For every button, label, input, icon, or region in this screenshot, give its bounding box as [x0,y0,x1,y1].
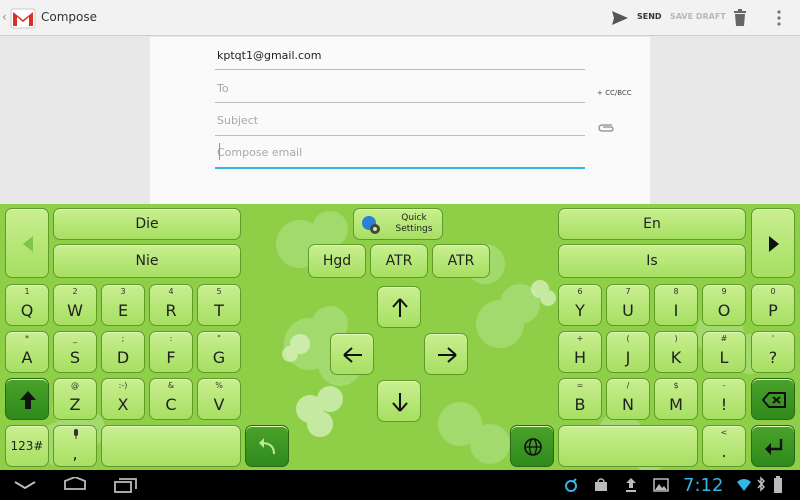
page-title: Compose [41,10,98,24]
from-divider [215,69,585,70]
key-j[interactable]: (J [606,331,650,373]
to-field[interactable]: To [217,82,229,95]
key-c[interactable]: & C [149,378,193,420]
cursor-down-key[interactable] [377,380,421,422]
microphone-icon [74,429,78,439]
save-draft-button[interactable]: SAVE DRAFT [670,12,726,21]
to-underline [215,102,585,103]
subject-field[interactable]: Subject [217,114,258,127]
overflow-menu-icon[interactable] [775,9,783,27]
key-p[interactable]: 0P [751,284,795,326]
keyboard-notification-icon [565,478,577,492]
home-icon[interactable] [62,477,88,493]
undo-icon [259,438,275,455]
comma-voice-key[interactable]: , [53,425,97,467]
arrow-left-icon [343,347,362,363]
key-d[interactable]: ; D [101,331,145,373]
key-f[interactable]: :F [149,331,193,373]
action-bar: ‹ Compose SEND SAVE DRAFT [0,0,800,36]
period-key[interactable]: <. [702,425,746,467]
suggestion-die[interactable]: Die [53,208,241,240]
space-key-right[interactable] [558,425,698,467]
key-z[interactable]: @ Z [53,378,97,420]
quick-settings-label: Quick Settings [395,213,433,234]
recent-apps-icon[interactable] [114,477,138,493]
arrow-up-icon [392,298,408,317]
key-t[interactable]: 5T [197,284,241,326]
middle-suggestion-hgd[interactable]: Hgd [308,244,366,278]
cc-bcc-button[interactable]: + CC/BCC [597,89,632,97]
suggestion-left-arrow-key[interactable] [5,208,49,278]
key-v[interactable]: % V [197,378,241,420]
left-arrow-icon [23,236,33,252]
from-account[interactable]: kptqt1@gmail.com [217,49,322,62]
key-i[interactable]: 8I [654,284,698,326]
trash-icon[interactable] [733,9,747,27]
subject-underline [215,135,585,136]
cursor-left-key[interactable] [330,333,374,375]
compose-body-field[interactable]: Compose email [217,146,302,159]
wifi-icon [737,479,751,491]
backspace-icon [762,392,786,408]
suggestion-en[interactable]: En [558,208,746,240]
cursor-right-key[interactable] [424,333,468,375]
key-y[interactable]: 6Y [558,284,602,326]
key-exclamation[interactable]: -! [702,378,746,420]
system-nav-bar: 7:12 [0,470,800,500]
key-h[interactable]: + H [558,331,602,373]
enter-icon [765,439,783,455]
arrow-down-icon [392,393,408,412]
suggestion-nie[interactable]: Nie [53,244,241,278]
key-k[interactable]: ) K [654,331,698,373]
key-m[interactable]: $ M [654,378,698,420]
back-chevron-icon[interactable]: ‹ [2,10,7,24]
space-key[interactable] [101,425,241,467]
send-icon[interactable] [611,9,629,27]
enter-key[interactable] [751,425,795,467]
key-e[interactable]: 3E [101,284,145,326]
key-l[interactable]: # L [702,331,746,373]
paperclip-icon[interactable] [597,121,615,133]
key-u[interactable]: 7U [606,284,650,326]
key-q[interactable]: 1Q [5,284,49,326]
bluetooth-icon [757,476,766,492]
middle-suggestion-atr-1[interactable]: ATR [370,244,428,278]
globe-icon [524,438,542,456]
numbers-symbols-key[interactable]: 123# [5,425,49,467]
status-clock[interactable]: 7:12 [683,475,723,496]
language-key[interactable] [510,425,554,467]
quick-settings-key[interactable]: Quick Settings [353,208,443,240]
key-question[interactable]: '? [751,331,795,373]
suggestion-is[interactable]: Is [558,244,746,278]
hide-keyboard-icon[interactable] [14,480,36,490]
right-arrow-icon [769,236,779,252]
upload-icon [626,478,636,492]
key-o[interactable]: 9O [702,284,746,326]
middle-suggestion-atr-2[interactable]: ATR [432,244,490,278]
key-w[interactable]: 2W [53,284,97,326]
cursor-up-key[interactable] [377,286,421,328]
key-x[interactable]: :-) X [101,378,145,420]
key-g[interactable]: " G [197,331,241,373]
send-button[interactable]: SEND [637,12,662,21]
backspace-key[interactable] [751,378,795,420]
text-cursor [219,143,220,160]
shift-icon [20,391,36,409]
key-s[interactable]: _ S [53,331,97,373]
gmail-logo-icon[interactable] [10,6,36,30]
shift-key[interactable] [5,378,49,420]
shop-bag-icon [595,478,607,491]
quick-settings-icon [362,216,380,234]
image-notification-icon [653,478,669,492]
arrow-right-icon [438,347,457,363]
battery-icon [774,476,782,493]
key-r[interactable]: 4R [149,284,193,326]
key-n[interactable]: / N [606,378,650,420]
body-underline-focused [215,167,585,169]
key-b[interactable]: = B [558,378,602,420]
key-a[interactable]: * A [5,331,49,373]
undo-key[interactable] [245,425,289,467]
suggestion-right-arrow-key[interactable] [751,208,795,278]
